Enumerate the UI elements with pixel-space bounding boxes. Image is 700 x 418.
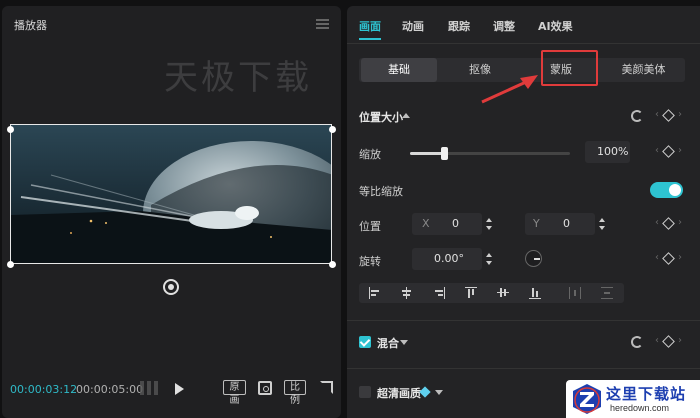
rotate-value-field[interactable]: 0.00° [412,248,482,270]
blend-checkbox[interactable] [359,336,371,348]
tab-animation[interactable]: 动画 [402,18,424,34]
keyframe-icon[interactable] [662,252,675,265]
blend-title[interactable]: 混合 [377,335,399,351]
keyframe-icon[interactable] [662,145,675,158]
scale-slider[interactable] [410,147,570,160]
blend-reset-icon[interactable] [631,336,643,348]
chevron-down-icon[interactable] [400,340,408,345]
reset-icon[interactable] [631,110,643,122]
uniform-scale-label: 等比缩放 [359,185,403,198]
original-view-button[interactable]: 原画 [223,380,246,406]
y-axis-label: Y [533,217,540,230]
site-url: heredown.com [610,403,670,413]
position-y-stepper[interactable] [597,215,607,233]
rotate-icon[interactable] [163,279,179,295]
rotate-value: 0.00° [434,252,464,265]
position-label: 位置 [359,220,381,233]
menu-icon[interactable] [316,19,329,29]
resize-handle-top-left[interactable] [7,126,14,133]
scale-slider-knob[interactable] [441,147,448,160]
fullscreen-icon[interactable] [320,381,333,394]
position-size-title[interactable]: 位置大小 [359,109,403,125]
site-logo-icon [573,384,601,414]
properties-panel: 画面 动画 跟踪 调整 AI效果 基础 抠像 蒙版 美颜美体 [347,6,700,418]
rotate-keyframe-control[interactable]: ‹ › [655,252,685,265]
space-scene-image [11,125,331,263]
red-arrow-icon [481,75,538,104]
position-keyframe-control[interactable]: ‹ › [655,217,685,230]
site-title: 这里下载站 [606,385,687,403]
scale-value-field[interactable]: 100% [585,141,630,163]
position-x-field[interactable]: X 0 [412,213,482,235]
align-center-horizontal-icon[interactable] [401,287,413,299]
scale-value: 100% [597,145,629,158]
section-divider [347,368,700,369]
player-header: 播放器 [2,6,341,44]
tab-tracking[interactable]: 跟踪 [448,18,470,34]
position-y-value: 0 [563,217,570,230]
subtab-basic[interactable]: 基础 [361,58,437,82]
current-time: 00:00:03:12 [10,383,78,396]
keyframe-icon[interactable] [662,109,675,122]
blend-keyframe-control[interactable]: ‹ › [655,335,685,348]
chevron-down-icon[interactable] [435,390,443,395]
distribute-vertical-icon[interactable] [601,287,613,299]
tab-picture[interactable]: 画面 [359,18,381,40]
align-left-icon[interactable] [369,287,381,299]
position-y-field[interactable]: Y 0 [525,213,595,235]
ultra-hd-checkbox[interactable] [359,386,371,398]
scale-slider-fill [410,152,444,155]
mask-tab-highlight-box [541,50,598,86]
uniform-scale-toggle[interactable] [650,182,683,198]
video-preview[interactable] [10,124,332,264]
focus-icon[interactable] [258,381,272,395]
position-x-value: 0 [452,217,459,230]
keyframe-icon[interactable] [662,217,675,230]
ultra-hd-title[interactable]: 超清画质 [377,385,421,401]
rotate-label: 旋转 [359,255,381,268]
play-icon[interactable] [175,383,184,395]
ratio-button[interactable]: 比例 [284,380,306,406]
tab-adjust[interactable]: 调整 [493,18,515,34]
align-top-icon[interactable] [465,287,477,299]
align-center-vertical-icon[interactable] [497,287,509,299]
x-axis-label: X [422,217,430,230]
keyframe-icon[interactable] [662,335,675,348]
waveform-icon[interactable] [140,381,158,395]
rotate-stepper[interactable] [484,250,494,268]
rotate-dial[interactable] [525,250,542,267]
keyframe-control[interactable]: ‹ › [655,109,685,122]
watermark-text: 天极下载 [164,58,312,98]
scale-keyframe-control[interactable]: ‹ › [655,145,685,158]
align-bottom-icon[interactable] [529,287,541,299]
resize-handle-bottom-left[interactable] [7,261,14,268]
total-time: 00:00:05:00 [76,383,144,396]
distribute-horizontal-icon[interactable] [569,287,581,299]
site-badge: 这里下载站 heredown.com [566,380,700,418]
alignment-toolbar [359,283,624,303]
tab-ai-effects[interactable]: AI效果 [538,18,573,34]
resize-handle-top-right[interactable] [329,126,336,133]
collapse-icon[interactable] [402,113,410,118]
position-x-stepper[interactable] [484,215,494,233]
scale-label: 缩放 [359,148,381,161]
section-divider [347,320,700,321]
top-tab-bar: 画面 动画 跟踪 调整 AI效果 [347,6,700,44]
resize-handle-bottom-right[interactable] [329,261,336,268]
player-title: 播放器 [14,19,47,32]
align-right-icon[interactable] [433,287,445,299]
subtab-beauty[interactable]: 美颜美体 [604,58,683,82]
